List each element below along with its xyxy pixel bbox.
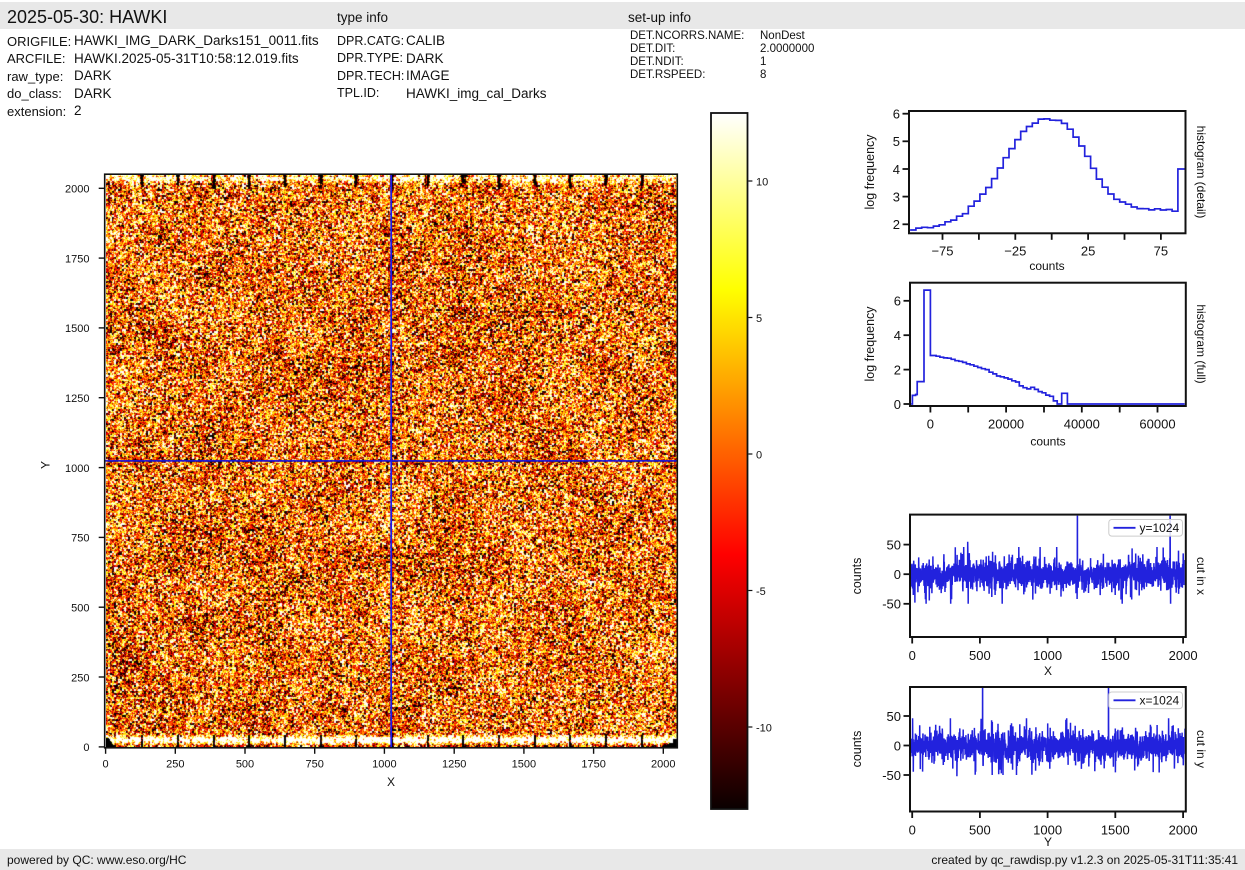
svg-text:0: 0: [83, 742, 89, 754]
svg-text:60000: 60000: [1139, 416, 1175, 431]
svg-text:0: 0: [909, 648, 916, 663]
svg-text:250: 250: [71, 672, 89, 684]
svg-text:50: 50: [887, 537, 901, 552]
svg-text:750: 750: [306, 759, 324, 771]
svg-text:0: 0: [756, 449, 762, 461]
svg-text:6: 6: [894, 294, 901, 309]
svg-text:x=1024: x=1024: [1140, 694, 1180, 708]
svg-text:3: 3: [893, 189, 900, 204]
svg-text:500: 500: [969, 648, 991, 663]
svg-text:cut in y: cut in y: [1194, 730, 1208, 768]
svg-text:-10: -10: [756, 722, 772, 734]
svg-text:500: 500: [71, 603, 89, 615]
svg-text:0: 0: [909, 822, 916, 837]
svg-text:2: 2: [893, 217, 900, 232]
svg-text:1500: 1500: [65, 323, 89, 335]
svg-text:6: 6: [893, 107, 900, 122]
svg-text:counts: counts: [1030, 435, 1065, 449]
svg-text:0: 0: [894, 567, 901, 582]
svg-text:cut in x: cut in x: [1194, 557, 1208, 595]
svg-text:Y: Y: [1044, 835, 1052, 849]
svg-text:0: 0: [894, 738, 901, 753]
svg-text:X: X: [1044, 664, 1052, 678]
svg-text:2000: 2000: [65, 184, 89, 196]
svg-text:25: 25: [1081, 244, 1095, 259]
svg-text:1250: 1250: [442, 759, 466, 771]
svg-text:1250: 1250: [65, 393, 89, 405]
svg-text:5: 5: [893, 134, 900, 149]
svg-text:1000: 1000: [1033, 822, 1062, 837]
svg-text:1500: 1500: [1101, 648, 1130, 663]
svg-text:1750: 1750: [581, 759, 605, 771]
svg-text:500: 500: [969, 822, 991, 837]
svg-text:-5: -5: [756, 586, 766, 598]
svg-text:y=1024: y=1024: [1140, 521, 1180, 535]
svg-text:counts: counts: [1029, 259, 1064, 273]
svg-text:1000: 1000: [372, 759, 396, 771]
svg-text:500: 500: [236, 759, 254, 771]
svg-text:1000: 1000: [65, 463, 89, 475]
svg-text:10: 10: [756, 176, 768, 188]
svg-text:0: 0: [894, 397, 901, 412]
svg-text:counts: counts: [850, 731, 864, 768]
svg-text:1750: 1750: [65, 253, 89, 265]
svg-text:0: 0: [927, 416, 934, 431]
svg-text:1500: 1500: [1101, 822, 1130, 837]
svg-text:−75: −75: [931, 244, 953, 259]
svg-text:Y: Y: [39, 461, 53, 469]
svg-text:−25: −25: [1004, 244, 1026, 259]
svg-text:75: 75: [1154, 244, 1168, 259]
svg-text:1500: 1500: [512, 759, 536, 771]
svg-text:1000: 1000: [1033, 648, 1062, 663]
svg-text:histogram (detail): histogram (detail): [1194, 126, 1208, 219]
svg-text:4: 4: [894, 328, 901, 343]
svg-text:250: 250: [166, 759, 184, 771]
svg-text:40000: 40000: [1064, 416, 1100, 431]
svg-text:log frequency: log frequency: [863, 306, 877, 382]
svg-text:5: 5: [756, 313, 762, 325]
svg-text:-50: -50: [882, 768, 901, 783]
svg-text:750: 750: [71, 533, 89, 545]
svg-text:log frequency: log frequency: [863, 134, 877, 210]
svg-text:2: 2: [894, 362, 901, 377]
svg-text:-50: -50: [882, 597, 901, 612]
svg-text:20000: 20000: [988, 416, 1024, 431]
svg-text:4: 4: [893, 162, 900, 177]
svg-text:2000: 2000: [1169, 648, 1198, 663]
svg-text:counts: counts: [850, 558, 864, 595]
svg-text:0: 0: [103, 759, 109, 771]
svg-text:X: X: [387, 775, 395, 789]
svg-text:50: 50: [887, 709, 901, 724]
svg-text:histogram (full): histogram (full): [1194, 304, 1208, 383]
svg-text:2000: 2000: [651, 759, 675, 771]
svg-text:2000: 2000: [1169, 822, 1198, 837]
